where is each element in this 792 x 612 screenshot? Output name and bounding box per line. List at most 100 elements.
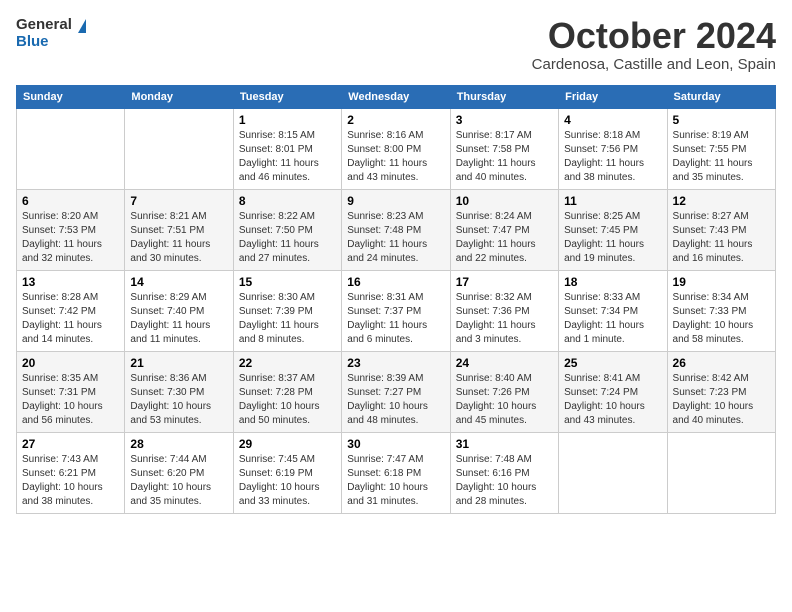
day-number: 7 xyxy=(130,194,227,208)
day-number: 22 xyxy=(239,356,336,370)
calendar-cell: 19 Sunrise: 8:34 AMSunset: 7:33 PMDayligh… xyxy=(667,270,775,351)
day-number: 21 xyxy=(130,356,227,370)
calendar-cell: 12Sunrise: 8:27 AMSunset: 7:43 PMDayligh… xyxy=(667,189,775,270)
day-info: Sunrise: 8:42 AMSunset: 7:23 PMDaylight:… xyxy=(673,372,770,428)
day-info: Sunrise: 8:33 AMSunset: 7:34 PMDaylight:… xyxy=(564,291,661,347)
day-info: Sunrise: 8:18 AMSunset: 7:56 PMDaylight:… xyxy=(564,129,661,185)
day-number: 6 xyxy=(22,194,119,208)
day-info: Sunrise: 8:16 AMSunset: 8:00 PMDaylight:… xyxy=(347,129,444,185)
calendar-cell: 8 Sunrise: 8:22 AMSunset: 7:50 PMDaylight… xyxy=(233,189,341,270)
day-number: 1 xyxy=(239,113,336,127)
calendar-cell: 27Sunrise: 7:43 AMSunset: 6:21 PMDayligh… xyxy=(17,432,125,513)
day-number: 16 xyxy=(347,275,444,289)
logo-icon xyxy=(78,19,86,33)
calendar-week-row: 27Sunrise: 7:43 AMSunset: 6:21 PMDayligh… xyxy=(17,432,776,513)
day-number: 3 xyxy=(456,113,553,127)
calendar-cell: 20 Sunrise: 8:35 AMSunset: 7:31 PMDayligh… xyxy=(17,351,125,432)
day-info: Sunrise: 7:47 AMSunset: 6:18 PMDaylight:… xyxy=(347,453,444,509)
calendar-cell: 21 Sunrise: 8:36 AMSunset: 7:30 PMDayligh… xyxy=(125,351,233,432)
day-number: 10 xyxy=(456,194,553,208)
weekday-header-tuesday: Tuesday xyxy=(233,85,341,108)
day-info: Sunrise: 8:28 AMSunset: 7:42 PMDaylight:… xyxy=(22,291,119,347)
weekday-header-wednesday: Wednesday xyxy=(342,85,450,108)
day-number: 23 xyxy=(347,356,444,370)
day-info: Sunrise: 8:25 AMSunset: 7:45 PMDaylight:… xyxy=(564,210,661,266)
calendar-cell: 29 Sunrise: 7:45 AMSunset: 6:19 PMDayligh… xyxy=(233,432,341,513)
calendar-cell: 5 Sunrise: 8:19 AMSunset: 7:55 PMDaylight… xyxy=(667,108,775,189)
day-number: 13 xyxy=(22,275,119,289)
calendar-cell: 17 Sunrise: 8:32 AMSunset: 7:36 PMDayligh… xyxy=(450,270,558,351)
logo-text: General xyxy=(16,16,86,33)
calendar-cell: 13 Sunrise: 8:28 AMSunset: 7:42 PMDayligh… xyxy=(17,270,125,351)
calendar-cell: 11Sunrise: 8:25 AMSunset: 7:45 PMDayligh… xyxy=(559,189,667,270)
logo-blue-text: Blue xyxy=(16,33,86,50)
day-number: 5 xyxy=(673,113,770,127)
day-number: 4 xyxy=(564,113,661,127)
day-number: 2 xyxy=(347,113,444,127)
calendar-cell: 28Sunrise: 7:44 AMSunset: 6:20 PMDayligh… xyxy=(125,432,233,513)
location-title: Cardenosa, Castille and Leon, Spain xyxy=(532,56,776,73)
day-info: Sunrise: 8:27 AMSunset: 7:43 PMDaylight:… xyxy=(673,210,770,266)
day-info: Sunrise: 8:40 AMSunset: 7:26 PMDaylight:… xyxy=(456,372,553,428)
calendar-week-row: 20 Sunrise: 8:35 AMSunset: 7:31 PMDayligh… xyxy=(17,351,776,432)
day-info: Sunrise: 8:29 AMSunset: 7:40 PMDaylight:… xyxy=(130,291,227,347)
day-info: Sunrise: 8:19 AMSunset: 7:55 PMDaylight:… xyxy=(673,129,770,185)
page-header: General Blue October 2024 Cardenosa, Cas… xyxy=(16,16,776,73)
title-area: October 2024 Cardenosa, Castille and Leo… xyxy=(532,16,776,73)
logo-blue: Blue xyxy=(16,33,49,50)
day-info: Sunrise: 8:41 AMSunset: 7:24 PMDaylight:… xyxy=(564,372,661,428)
calendar-cell: 31Sunrise: 7:48 AMSunset: 6:16 PMDayligh… xyxy=(450,432,558,513)
calendar-cell: 25Sunrise: 8:41 AMSunset: 7:24 PMDayligh… xyxy=(559,351,667,432)
calendar-cell xyxy=(559,432,667,513)
day-info: Sunrise: 8:32 AMSunset: 7:36 PMDaylight:… xyxy=(456,291,553,347)
calendar-cell: 3Sunrise: 8:17 AMSunset: 7:58 PMDaylight… xyxy=(450,108,558,189)
day-number: 24 xyxy=(456,356,553,370)
calendar-table: SundayMondayTuesdayWednesdayThursdayFrid… xyxy=(16,85,776,514)
calendar-cell: 30 Sunrise: 7:47 AMSunset: 6:18 PMDayligh… xyxy=(342,432,450,513)
calendar-cell: 9 Sunrise: 8:23 AMSunset: 7:48 PMDaylight… xyxy=(342,189,450,270)
day-number: 19 xyxy=(673,275,770,289)
day-info: Sunrise: 8:37 AMSunset: 7:28 PMDaylight:… xyxy=(239,372,336,428)
calendar-week-row: 6Sunrise: 8:20 AMSunset: 7:53 PMDaylight… xyxy=(17,189,776,270)
day-info: Sunrise: 8:22 AMSunset: 7:50 PMDaylight:… xyxy=(239,210,336,266)
weekday-header-row: SundayMondayTuesdayWednesdayThursdayFrid… xyxy=(17,85,776,108)
day-info: Sunrise: 8:35 AMSunset: 7:31 PMDaylight:… xyxy=(22,372,119,428)
day-info: Sunrise: 8:24 AMSunset: 7:47 PMDaylight:… xyxy=(456,210,553,266)
calendar-cell: 7 Sunrise: 8:21 AMSunset: 7:51 PMDaylight… xyxy=(125,189,233,270)
calendar-week-row: 13 Sunrise: 8:28 AMSunset: 7:42 PMDayligh… xyxy=(17,270,776,351)
calendar-cell: 16 Sunrise: 8:31 AMSunset: 7:37 PMDayligh… xyxy=(342,270,450,351)
day-info: Sunrise: 8:39 AMSunset: 7:27 PMDaylight:… xyxy=(347,372,444,428)
day-info: Sunrise: 7:48 AMSunset: 6:16 PMDaylight:… xyxy=(456,453,553,509)
day-info: Sunrise: 8:23 AMSunset: 7:48 PMDaylight:… xyxy=(347,210,444,266)
day-info: Sunrise: 7:43 AMSunset: 6:21 PMDaylight:… xyxy=(22,453,119,509)
day-info: Sunrise: 8:15 AMSunset: 8:01 PMDaylight:… xyxy=(239,129,336,185)
calendar-cell: 15Sunrise: 8:30 AMSunset: 7:39 PMDayligh… xyxy=(233,270,341,351)
day-number: 8 xyxy=(239,194,336,208)
calendar-week-row: 1 Sunrise: 8:15 AMSunset: 8:01 PMDaylight… xyxy=(17,108,776,189)
day-number: 30 xyxy=(347,437,444,451)
day-info: Sunrise: 8:31 AMSunset: 7:37 PMDaylight:… xyxy=(347,291,444,347)
calendar-cell: 23 Sunrise: 8:39 AMSunset: 7:27 PMDayligh… xyxy=(342,351,450,432)
day-info: Sunrise: 8:34 AMSunset: 7:33 PMDaylight:… xyxy=(673,291,770,347)
day-number: 17 xyxy=(456,275,553,289)
day-info: Sunrise: 8:30 AMSunset: 7:39 PMDaylight:… xyxy=(239,291,336,347)
day-number: 29 xyxy=(239,437,336,451)
day-info: Sunrise: 7:45 AMSunset: 6:19 PMDaylight:… xyxy=(239,453,336,509)
calendar-cell: 10 Sunrise: 8:24 AMSunset: 7:47 PMDayligh… xyxy=(450,189,558,270)
day-number: 20 xyxy=(22,356,119,370)
day-info: Sunrise: 8:36 AMSunset: 7:30 PMDaylight:… xyxy=(130,372,227,428)
day-number: 28 xyxy=(130,437,227,451)
calendar-cell: 24 Sunrise: 8:40 AMSunset: 7:26 PMDayligh… xyxy=(450,351,558,432)
logo: General Blue xyxy=(16,16,86,50)
day-info: Sunrise: 8:21 AMSunset: 7:51 PMDaylight:… xyxy=(130,210,227,266)
weekday-header-friday: Friday xyxy=(559,85,667,108)
weekday-header-saturday: Saturday xyxy=(667,85,775,108)
calendar-cell: 6Sunrise: 8:20 AMSunset: 7:53 PMDaylight… xyxy=(17,189,125,270)
weekday-header-monday: Monday xyxy=(125,85,233,108)
calendar-cell: 4 Sunrise: 8:18 AMSunset: 7:56 PMDaylight… xyxy=(559,108,667,189)
calendar-cell: 26Sunrise: 8:42 AMSunset: 7:23 PMDayligh… xyxy=(667,351,775,432)
day-number: 9 xyxy=(347,194,444,208)
day-number: 18 xyxy=(564,275,661,289)
month-title: October 2024 xyxy=(532,16,776,56)
calendar-cell: 2 Sunrise: 8:16 AMSunset: 8:00 PMDaylight… xyxy=(342,108,450,189)
